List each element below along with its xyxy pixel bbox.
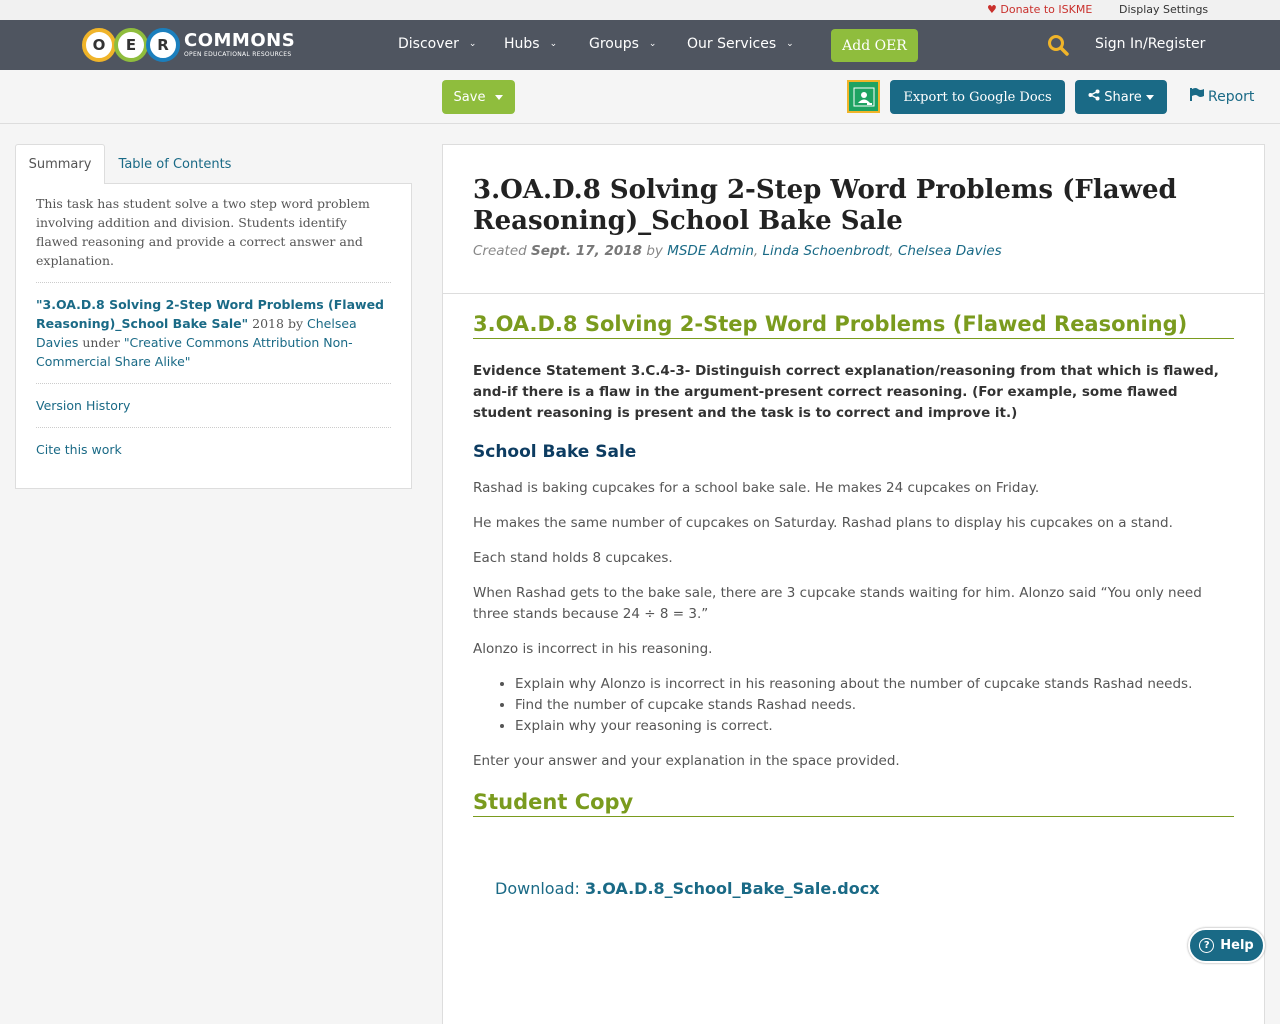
author-link[interactable]: Chelsea Davies xyxy=(898,243,1002,259)
chevron-down-icon: ⌄ xyxy=(549,39,558,49)
task-list: Explain why Alonzo is incorrect in his r… xyxy=(515,674,1234,737)
paragraph: He makes the same number of cupcakes on … xyxy=(473,515,1173,531)
resource-body: 3.OA.D.8 Solving 2-Step Word Problems (F… xyxy=(443,294,1264,898)
paragraph: Alonzo is incorrect in his reasoning. xyxy=(473,641,713,657)
report-link[interactable]: Report xyxy=(1190,88,1254,105)
attribution-under: under xyxy=(82,335,120,350)
paragraph: Enter your answer and your explanation i… xyxy=(473,753,900,769)
tab-table-of-contents[interactable]: Table of Contents xyxy=(105,144,245,184)
tab-summary[interactable]: Summary xyxy=(15,144,105,184)
list-item: Explain why your reasoning is correct. xyxy=(515,716,1234,737)
download-line: Download: 3.OA.D.8_School_Bake_Sale.docx xyxy=(495,879,880,898)
download-file-link[interactable]: 3.OA.D.8_School_Bake_Sale.docx xyxy=(585,879,880,898)
chevron-down-icon: ⌄ xyxy=(468,39,477,49)
display-settings-link[interactable]: Display Settings xyxy=(1119,3,1208,16)
logo-tagline: OPEN EDUCATIONAL RESOURCES xyxy=(184,51,292,58)
section-heading: 3.OA.D.8 Solving 2-Step Word Problems (F… xyxy=(473,312,1234,339)
donate-link[interactable]: ♥ Donate to ISKME xyxy=(987,3,1092,16)
version-history-link[interactable]: Version History xyxy=(36,384,391,428)
logo-letter-r: R xyxy=(146,28,180,62)
share-icon xyxy=(1088,89,1100,105)
list-item: Explain why Alonzo is incorrect in his r… xyxy=(515,674,1234,695)
attribution: "3.OA.D.8 Solving 2-Step Word Problems (… xyxy=(36,283,391,384)
question-icon: ? xyxy=(1199,938,1215,953)
save-button[interactable]: Save xyxy=(442,80,515,114)
add-oer-button[interactable]: Add OER xyxy=(831,29,918,62)
heart-icon: ♥ xyxy=(987,3,997,16)
logo-wordmark: COMMONS OPEN EDUCATIONAL RESOURCES xyxy=(184,32,295,58)
paragraph: Each stand holds 8 cupcakes. xyxy=(473,550,673,566)
main-navbar: O E R COMMONS OPEN EDUCATIONAL RESOURCES… xyxy=(0,20,1280,70)
nav-groups[interactable]: Groups ⌄ xyxy=(589,36,656,52)
logo-letter-e: E xyxy=(114,28,148,62)
oer-commons-logo[interactable]: O E R COMMONS OPEN EDUCATIONAL RESOURCES xyxy=(82,25,295,65)
paragraph: When Rashad gets to the bake sale, there… xyxy=(473,585,1202,622)
chevron-down-icon: ⌄ xyxy=(786,39,794,49)
attribution-year: 2018 by xyxy=(252,316,304,331)
nav-hubs[interactable]: Hubs ⌄ xyxy=(504,36,557,52)
resource-byline: Created Sept. 17, 2018 by MSDE Admin, Li… xyxy=(473,243,1002,259)
logo-letter-o: O xyxy=(82,28,116,62)
nav-discover[interactable]: Discover ⌄ xyxy=(398,36,476,52)
summary-text: This task has student solve a two step w… xyxy=(36,194,391,283)
list-item: Find the number of cupcake stands Rashad… xyxy=(515,695,1234,716)
sub-heading: School Bake Sale xyxy=(473,442,637,462)
nav-our-services[interactable]: Our Services ⌄ xyxy=(687,36,794,52)
flag-icon xyxy=(1190,88,1204,105)
summary-panel: This task has student solve a two step w… xyxy=(15,183,412,489)
sign-in-register-link[interactable]: Sign In/Register xyxy=(1095,36,1205,52)
created-date: Sept. 17, 2018 xyxy=(531,243,643,259)
search-icon[interactable] xyxy=(1047,34,1069,56)
section-heading: Student Copy xyxy=(473,790,1234,817)
logo-name: COMMONS xyxy=(184,30,296,51)
export-to-google-docs-button[interactable]: Export to Google Docs xyxy=(890,80,1065,114)
google-classroom-icon[interactable] xyxy=(847,80,880,113)
resource-toolbar: Save Export to Google Docs Share Report xyxy=(0,70,1280,124)
page-title: 3.OA.D.8 Solving 2-Step Word Problems (F… xyxy=(473,175,1177,236)
share-button[interactable]: Share xyxy=(1075,80,1167,114)
utility-bar: ♥ Donate to ISKME Display Settings xyxy=(0,0,1280,20)
evidence-statement: Evidence Statement 3.C.4-3- Distinguish … xyxy=(473,363,1219,421)
caret-down-icon xyxy=(495,94,504,100)
chevron-down-icon: ⌄ xyxy=(648,39,657,49)
paragraph: Rashad is baking cupcakes for a school b… xyxy=(473,480,1040,496)
resource-content-card: 3.OA.D.8 Solving 2-Step Word Problems (F… xyxy=(442,144,1265,1024)
help-button[interactable]: ? Help xyxy=(1188,928,1265,963)
author-link[interactable]: MSDE Admin xyxy=(667,243,754,259)
resource-header: 3.OA.D.8 Solving 2-Step Word Problems (F… xyxy=(443,145,1264,294)
caret-down-icon xyxy=(1145,94,1154,100)
author-link[interactable]: Linda Schoenbrodt xyxy=(763,243,890,259)
cite-this-work-link[interactable]: Cite this work xyxy=(36,428,391,471)
